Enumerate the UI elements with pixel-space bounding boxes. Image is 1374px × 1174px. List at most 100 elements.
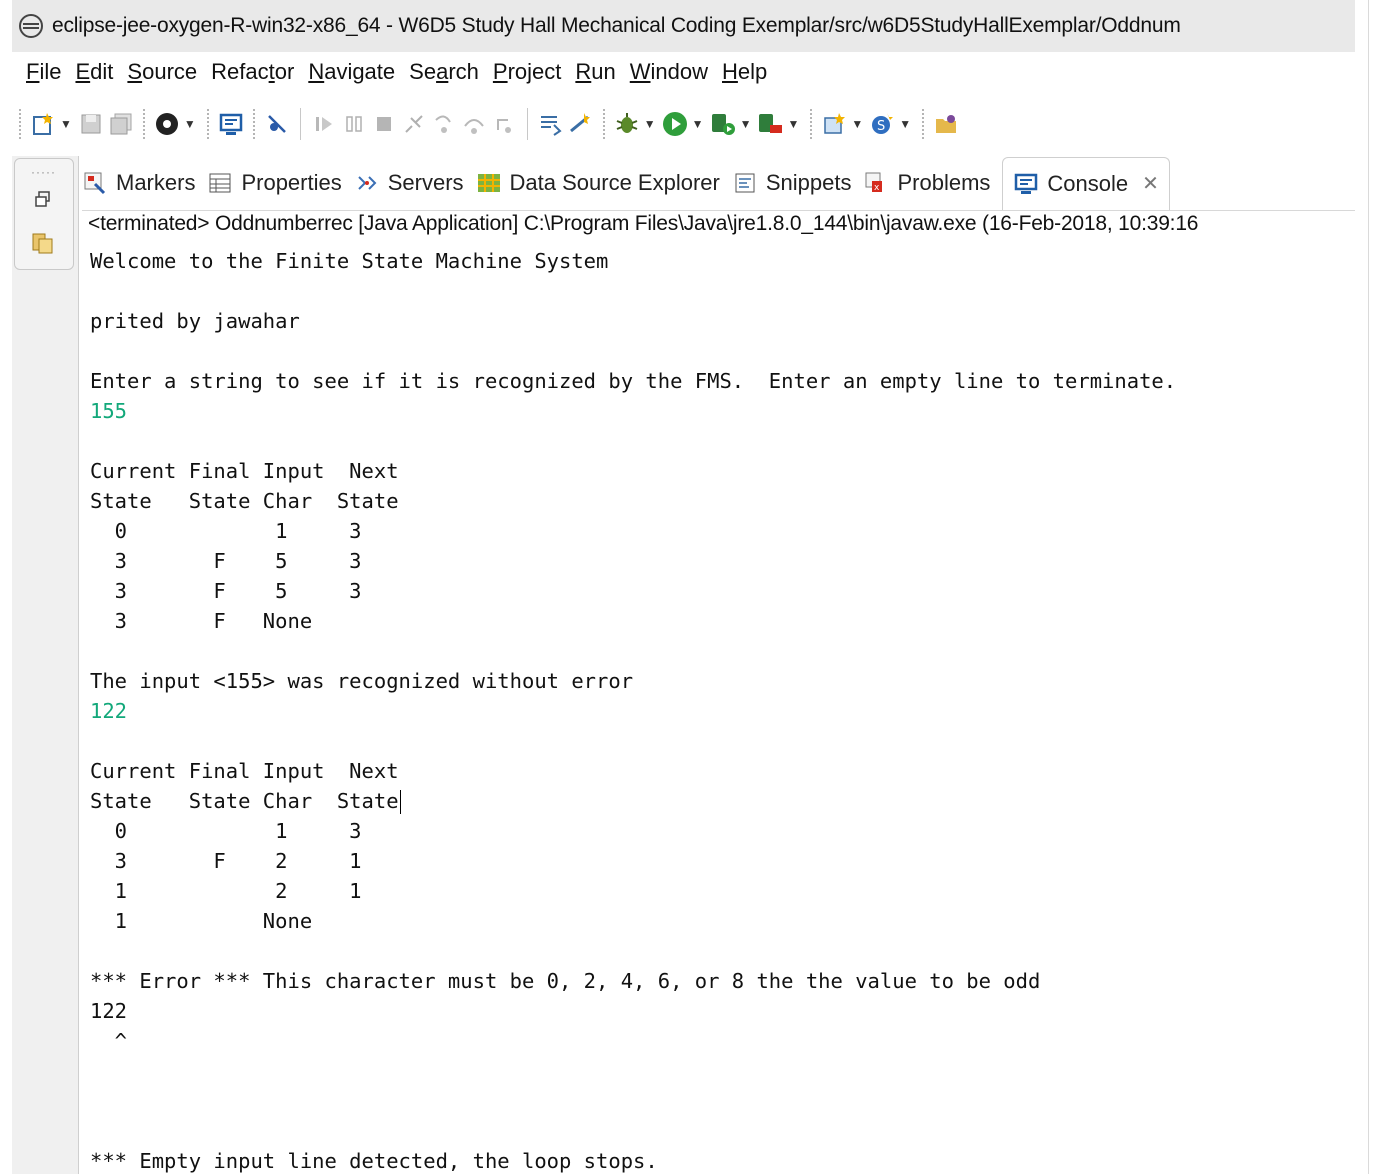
tab-data-source-explorer[interactable]: Data Source Explorer: [476, 156, 720, 210]
menu-item-run[interactable]: Run: [575, 59, 615, 85]
step-return-icon[interactable]: [489, 109, 519, 139]
chevron-down-icon[interactable]: ▼: [899, 117, 911, 131]
menu-bar: File Edit Source Refactor Navigate Search Proj…: [12, 52, 1355, 92]
console-output-line: 3 F 5 3: [90, 579, 362, 603]
svg-text:x: x: [874, 183, 880, 193]
console-output-line: 122: [90, 999, 128, 1023]
toolbar-separator: [142, 109, 145, 139]
tab-label: Problems: [897, 170, 991, 195]
menu-item-search[interactable]: Search: [409, 59, 479, 85]
resume-icon[interactable]: [309, 109, 339, 139]
step-into-icon[interactable]: [429, 109, 459, 139]
menu-item-file[interactable]: File: [26, 59, 61, 85]
properties-icon: [207, 170, 233, 196]
svg-text:S: S: [877, 119, 885, 134]
console-view-icon[interactable]: [216, 109, 246, 139]
servers-icon: [354, 170, 380, 196]
menu-item-source[interactable]: Source: [127, 59, 197, 85]
menu-item-window[interactable]: Window: [630, 59, 708, 85]
step-over-icon[interactable]: [459, 109, 489, 139]
console-output-line: *** Error *** This character must be 0, …: [90, 969, 1041, 993]
menu-item-edit[interactable]: Edit: [75, 59, 113, 85]
title-bar: eclipse-jee-oxygen-R-win32-x86_64 - W6D5…: [12, 0, 1355, 52]
trim-stack: ·····: [14, 158, 74, 270]
terminate-icon[interactable]: [369, 109, 399, 139]
menu-item-help[interactable]: Help: [722, 59, 767, 85]
chevron-down-icon[interactable]: ▼: [644, 117, 656, 131]
debug-icon[interactable]: [612, 109, 642, 139]
close-icon[interactable]: ✕: [1142, 171, 1159, 196]
console-output-line: 3 F None: [90, 609, 313, 633]
chevron-down-icon[interactable]: ▼: [740, 117, 752, 131]
suspend-icon[interactable]: [339, 109, 369, 139]
console-output-line: The input <155> was recognized without e…: [90, 669, 634, 693]
toolbar-divider: [526, 108, 528, 140]
disconnect-icon[interactable]: [399, 109, 429, 139]
run-icon[interactable]: [660, 109, 690, 139]
chevron-down-icon[interactable]: ▼: [851, 117, 863, 131]
menu-item-refactor[interactable]: Refactor: [211, 59, 294, 85]
console-output[interactable]: Welcome to the Finite State Machine Syst…: [90, 246, 1355, 1174]
tab-problems[interactable]: x Problems: [863, 156, 990, 210]
view-tab-bar: Markers Properties Servers Data Source E…: [82, 156, 1355, 211]
tab-snippets[interactable]: Snippets: [732, 156, 852, 210]
eclipse-logo-icon: [19, 14, 43, 38]
tab-markers[interactable]: Markers: [82, 156, 195, 210]
open-type-icon[interactable]: [931, 109, 961, 139]
console-output-line: prited by jawahar: [90, 309, 300, 333]
save-icon[interactable]: [76, 109, 106, 139]
tab-label: Snippets: [765, 170, 852, 195]
use-step-filters-icon[interactable]: [536, 109, 566, 139]
new-class-icon[interactable]: S: [867, 109, 897, 139]
console-output-line: State State Char State: [90, 789, 401, 814]
new-server-icon[interactable]: [819, 109, 849, 139]
console-output-line: State State Char State: [90, 489, 399, 513]
toolbar-separator: [810, 109, 813, 139]
main-toolbar: ▼ ▼ ▼ ▼ ▼ ▼ ▼ S ▼: [12, 92, 1355, 156]
skip-breakpoints-icon[interactable]: [262, 109, 292, 139]
markers-icon: [82, 170, 108, 196]
save-all-icon[interactable]: [106, 109, 136, 139]
run-server-icon[interactable]: [708, 109, 738, 139]
tab-label: Markers: [116, 170, 196, 195]
text-cursor: [399, 790, 401, 814]
tab-label: Properties: [241, 170, 342, 195]
drag-handle-icon[interactable]: ·····: [31, 165, 56, 179]
console-output-line: 0 1 3: [90, 519, 362, 543]
publish-icon[interactable]: [152, 109, 182, 139]
data-source-icon: [476, 170, 502, 196]
console-input-line: 122: [90, 699, 128, 723]
chevron-down-icon[interactable]: ▼: [184, 117, 196, 131]
tab-label: Console: [1047, 170, 1129, 196]
console-output-line: Welcome to the Finite State Machine Syst…: [90, 249, 609, 273]
external-tools-icon[interactable]: [755, 109, 785, 139]
toolbar-separator: [206, 109, 209, 139]
console-output-line: 3 F 2 1: [90, 849, 362, 873]
chevron-down-icon[interactable]: ▼: [692, 117, 704, 131]
tab-properties[interactable]: Properties: [207, 156, 342, 210]
eclipse-window: eclipse-jee-oxygen-R-win32-x86_64 - W6D5…: [12, 0, 1355, 1174]
tab-console[interactable]: Console ✕: [1002, 156, 1170, 210]
console-output-line: Current Final Input Next: [90, 459, 399, 483]
chevron-down-icon[interactable]: ▼: [60, 117, 72, 131]
console-output-line: 1 2 1: [90, 879, 362, 903]
toolbar-separator: [922, 109, 925, 139]
menu-item-navigate[interactable]: Navigate: [308, 59, 395, 85]
tab-servers[interactable]: Servers: [354, 156, 464, 210]
console-process-status: <terminated> Oddnumberrec [Java Applicat…: [88, 212, 1199, 235]
menu-item-project[interactable]: Project: [493, 59, 561, 85]
chevron-down-icon[interactable]: ▼: [787, 117, 799, 131]
restore-icon[interactable]: [33, 189, 53, 214]
package-explorer-icon[interactable]: [31, 231, 55, 260]
wizard-task-icon[interactable]: [566, 109, 596, 139]
console-output-line: Current Final Input Next: [90, 759, 399, 783]
window-edge: [1368, 0, 1369, 1174]
new-wizard-icon[interactable]: [28, 109, 58, 139]
